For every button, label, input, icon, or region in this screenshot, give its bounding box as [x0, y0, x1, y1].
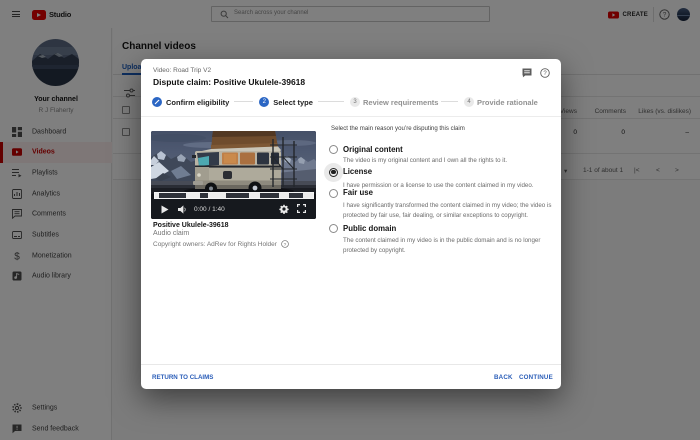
svg-text:?: ?	[283, 242, 286, 248]
svg-text:?: ?	[543, 71, 547, 77]
